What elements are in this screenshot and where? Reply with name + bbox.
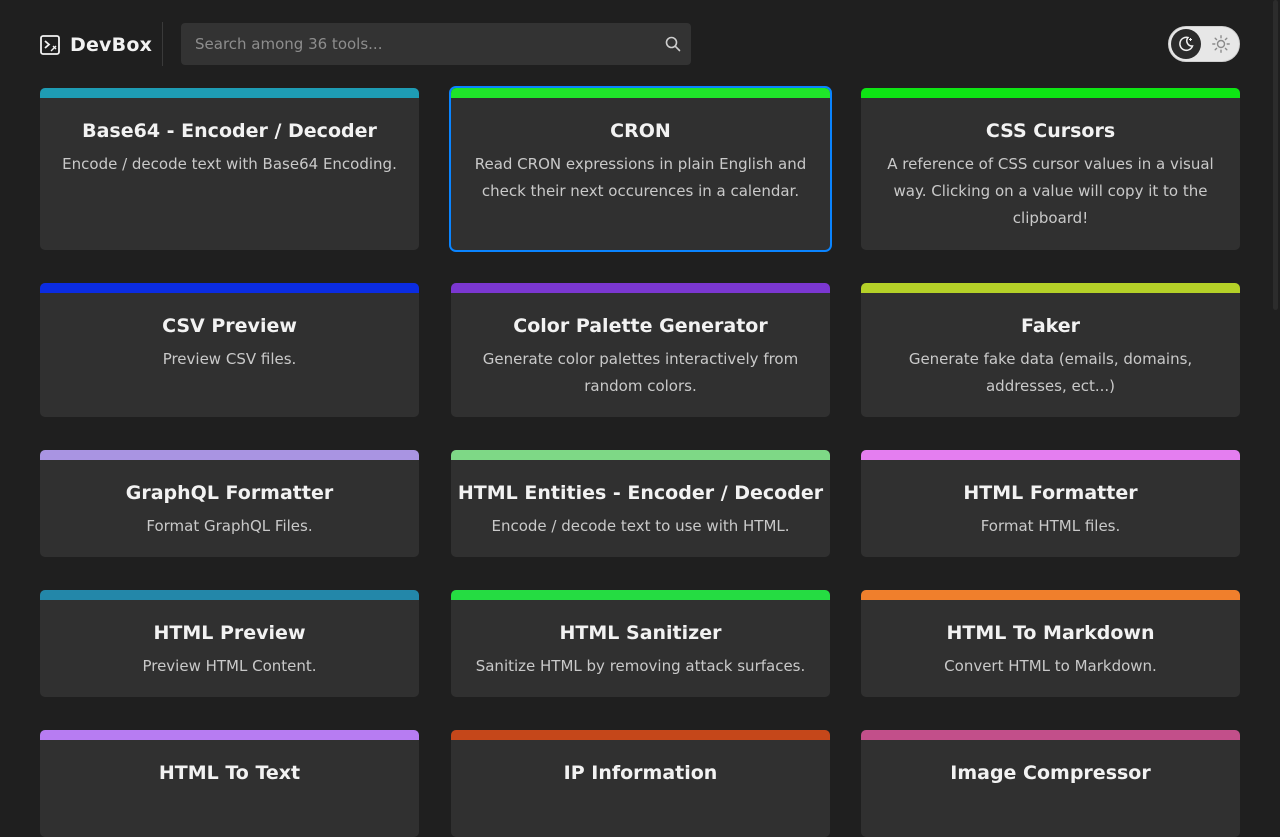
card-description: Format HTML files.: [980, 517, 1121, 535]
card-title: Image Compressor: [950, 762, 1151, 784]
card-title: Color Palette Generator: [513, 315, 768, 337]
card-accent-bar: [451, 450, 830, 460]
tool-card[interactable]: CSV Preview Preview CSV files.: [40, 283, 419, 417]
card-title: CSS Cursors: [985, 120, 1116, 142]
app-name: DevBox: [70, 34, 153, 56]
card-title: CSV Preview: [162, 315, 297, 337]
card-title: CRON: [610, 120, 671, 142]
card-title: HTML Formatter: [963, 482, 1138, 504]
card-title: HTML Sanitizer: [559, 622, 722, 644]
card-accent-bar: [40, 590, 419, 600]
tool-card[interactable]: GraphQL Formatter Format GraphQL Files.: [40, 450, 419, 557]
card-accent-bar: [861, 88, 1240, 98]
app-logo[interactable]: DevBox: [40, 33, 152, 57]
card-accent-bar: [451, 590, 830, 600]
card-accent-bar: [451, 88, 830, 98]
sun-icon: [1212, 35, 1230, 53]
tool-card[interactable]: IP Information: [451, 730, 830, 837]
app-header: DevBox: [0, 0, 1280, 88]
search-input[interactable]: [181, 23, 651, 65]
card-accent-bar: [861, 730, 1240, 740]
tool-card[interactable]: HTML Preview Preview HTML Content.: [40, 590, 419, 697]
search-box: [181, 23, 691, 65]
card-description: Preview HTML Content.: [142, 657, 317, 675]
card-title: GraphQL Formatter: [125, 482, 334, 504]
card-accent-bar: [40, 730, 419, 740]
tool-card[interactable]: Color Palette Generator Generate color pa…: [451, 283, 830, 417]
tool-card[interactable]: Base64 - Encoder / Decoder Encode / decod…: [40, 88, 419, 250]
card-description: Preview CSV files.: [162, 350, 297, 368]
card-title: Faker: [1020, 315, 1081, 337]
card-accent-bar: [40, 283, 419, 293]
card-description: A reference of CSS cursor values in a vi…: [887, 155, 1214, 227]
card-accent-bar: [40, 88, 419, 98]
card-description: Sanitize HTML by removing attack surface…: [475, 657, 806, 675]
card-accent-bar: [451, 730, 830, 740]
theme-toggle[interactable]: [1168, 26, 1240, 62]
tool-card[interactable]: CRON Read CRON expressions in plain Engli…: [449, 86, 832, 252]
card-title: HTML To Text: [158, 762, 301, 784]
card-accent-bar: [861, 283, 1240, 293]
card-accent-bar: [861, 590, 1240, 600]
card-description: Encode / decode text with Base64 Encodin…: [62, 155, 397, 173]
card-title: HTML Entities - Encoder / Decoder: [457, 482, 824, 504]
card-description: Read CRON expressions in plain English a…: [474, 155, 807, 200]
card-description: Generate color palettes interactively fr…: [482, 350, 799, 395]
tool-card[interactable]: HTML To Text: [40, 730, 419, 837]
tool-card[interactable]: HTML Formatter Format HTML files.: [861, 450, 1240, 557]
card-title: HTML Preview: [153, 622, 306, 644]
card-accent-bar: [861, 450, 1240, 460]
toggle-knob: [1171, 29, 1201, 59]
card-accent-bar: [451, 283, 830, 293]
card-description: Format GraphQL Files.: [146, 517, 313, 535]
tool-card[interactable]: Faker Generate fake data (emails, domains…: [861, 283, 1240, 417]
tool-card[interactable]: HTML To Markdown Convert HTML to Markdown…: [861, 590, 1240, 697]
scrollbar[interactable]: [1271, 0, 1280, 800]
card-description: Generate fake data (emails, domains, add…: [908, 350, 1193, 395]
search-icon[interactable]: [665, 36, 681, 52]
header-divider: [162, 22, 163, 66]
tool-card[interactable]: Image Compressor: [861, 730, 1240, 837]
scrollbar-thumb[interactable]: [1273, 0, 1278, 310]
card-accent-bar: [40, 450, 419, 460]
card-title: Base64 - Encoder / Decoder: [82, 120, 377, 142]
card-description: Encode / decode text to use with HTML.: [491, 517, 790, 535]
terminal-tools-icon: [40, 35, 60, 55]
card-description: Convert HTML to Markdown.: [944, 657, 1157, 675]
tool-card[interactable]: CSS Cursors A reference of CSS cursor val…: [861, 88, 1240, 250]
tool-card[interactable]: HTML Sanitizer Sanitize HTML by removing …: [451, 590, 830, 697]
card-title: IP Information: [563, 762, 718, 784]
card-title: HTML To Markdown: [946, 622, 1155, 644]
moon-stars-icon: [1179, 36, 1194, 52]
tool-card[interactable]: HTML Entities - Encoder / Decoder Encode …: [451, 450, 830, 557]
